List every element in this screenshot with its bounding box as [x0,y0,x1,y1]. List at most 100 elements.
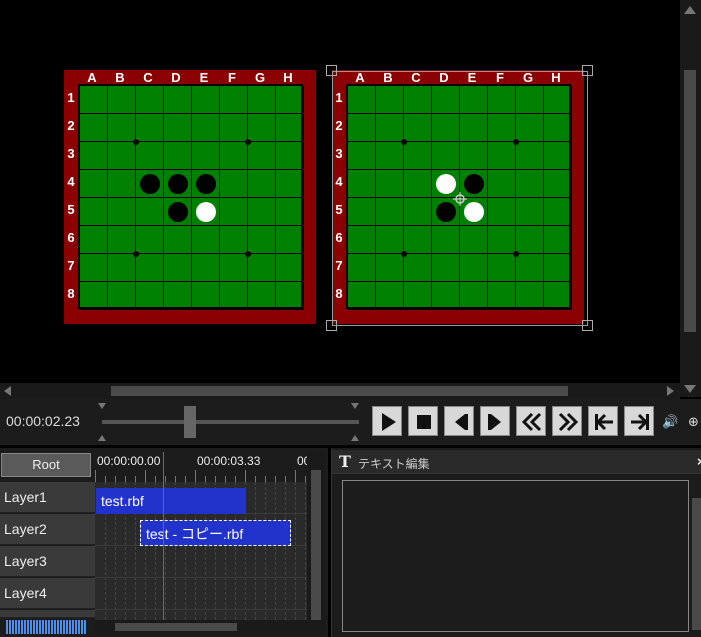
layer-name-4[interactable]: Layer4 [0,578,95,609]
white-stone-e5[interactable] [196,202,216,222]
scrollbar-thumb[interactable] [684,70,696,332]
board-cell[interactable] [248,114,276,142]
board-cell[interactable] [108,114,136,142]
board-cell[interactable] [220,226,248,254]
board-cell[interactable] [192,114,220,142]
black-stone-d4[interactable] [168,174,188,194]
timeline-horizontal-scrollbar[interactable] [95,620,307,634]
board-cell[interactable] [248,142,276,170]
board-cell[interactable] [220,114,248,142]
board-cell[interactable] [220,142,248,170]
layer-name-1[interactable]: Layer1 [0,482,95,513]
board-cell[interactable] [108,142,136,170]
board-cell[interactable] [248,282,276,310]
board-cell[interactable] [136,86,164,114]
board-cell[interactable] [80,114,108,142]
board-cell[interactable] [276,86,304,114]
board-cell[interactable] [108,254,136,282]
board-cell[interactable] [192,254,220,282]
go-to-start-button[interactable] [588,406,618,436]
track-row-3[interactable] [95,546,307,578]
board-cell[interactable] [164,142,192,170]
resize-handle-bottom-right[interactable] [582,320,593,331]
volume-icon[interactable]: 🔊 [662,414,678,430]
board-cell[interactable] [276,254,304,282]
stop-button[interactable] [408,406,438,436]
board-cell[interactable] [108,86,136,114]
step-forward-button[interactable] [480,406,510,436]
reversi-board-left[interactable]: A B C D E F G H 1 2 3 4 5 6 7 8 [64,70,316,324]
stage-vertical-scrollbar[interactable] [680,0,701,397]
board-cell[interactable] [108,198,136,226]
scroll-up-icon[interactable] [684,6,696,14]
board-cell[interactable] [276,282,304,310]
timeline-playhead[interactable] [163,452,164,620]
board-cell[interactable] [164,86,192,114]
board-cell[interactable] [220,254,248,282]
board-cell[interactable] [248,254,276,282]
board-cell[interactable] [276,170,304,198]
board-cell[interactable] [136,114,164,142]
zoom-icon[interactable]: ⊕ [688,414,699,430]
board-cell[interactable] [248,226,276,254]
black-stone-c4[interactable] [140,174,160,194]
black-stone-d5[interactable] [168,202,188,222]
board-grid[interactable] [78,84,304,310]
board-cell[interactable] [192,86,220,114]
close-icon[interactable]: × [697,454,701,469]
board-cell[interactable] [80,170,108,198]
board-cell[interactable] [248,170,276,198]
black-stone-e4[interactable] [196,174,216,194]
board-cell[interactable] [80,226,108,254]
text-editor-area[interactable] [342,480,689,632]
resize-handle-top-right[interactable] [582,65,593,76]
timeline-ruler[interactable]: 00:00:00.00 00:00:03.33 00: [95,450,307,482]
text-panel-scrollbar[interactable] [692,498,701,630]
board-cell[interactable] [80,198,108,226]
board-cell[interactable] [136,226,164,254]
resize-handle-top-left[interactable] [326,65,337,76]
board-cell[interactable] [80,86,108,114]
scrollbar-thumb[interactable] [311,470,321,620]
board-cell[interactable] [80,142,108,170]
board-cell[interactable] [220,170,248,198]
board-cell[interactable] [80,282,108,310]
scrollbar-thumb[interactable] [115,623,237,631]
seek-knob[interactable] [184,406,196,438]
board-cell[interactable] [276,142,304,170]
fast-forward-button[interactable] [552,406,582,436]
play-button[interactable] [372,406,402,436]
layer-name-3[interactable]: Layer3 [0,546,95,577]
anchor-crosshair-icon[interactable] [453,192,467,206]
board-cell[interactable] [192,226,220,254]
board-cell[interactable] [164,282,192,310]
board-cell[interactable] [220,282,248,310]
scroll-left-icon[interactable] [4,386,11,396]
board-cell[interactable] [136,254,164,282]
timeline-tracks[interactable]: test.rbf test - コピー.rbf [95,482,307,620]
scroll-down-icon[interactable] [684,385,696,393]
board-cell[interactable] [164,114,192,142]
board-cell[interactable] [108,170,136,198]
rewind-button[interactable] [516,406,546,436]
board-cell[interactable] [108,226,136,254]
board-cell[interactable] [136,198,164,226]
seek-slider[interactable] [98,403,359,441]
board-cell[interactable] [136,142,164,170]
scrollbar-thumb[interactable] [111,386,568,396]
board-cell[interactable] [192,142,220,170]
layer-name-5[interactable] [0,610,95,618]
board-cell[interactable] [136,282,164,310]
timeline-vertical-scrollbar[interactable] [307,452,325,634]
resize-handle-bottom-left[interactable] [326,320,337,331]
board-cell[interactable] [248,198,276,226]
layer-name-2[interactable]: Layer2 [0,514,95,545]
stage-horizontal-scrollbar[interactable] [0,383,680,399]
board-cell[interactable] [192,282,220,310]
clip-test-rbf[interactable]: test.rbf [96,488,246,514]
root-button[interactable]: Root [1,453,91,477]
board-cell[interactable] [164,226,192,254]
step-back-button[interactable] [444,406,474,436]
board-cell[interactable] [80,254,108,282]
board-cell[interactable] [276,114,304,142]
